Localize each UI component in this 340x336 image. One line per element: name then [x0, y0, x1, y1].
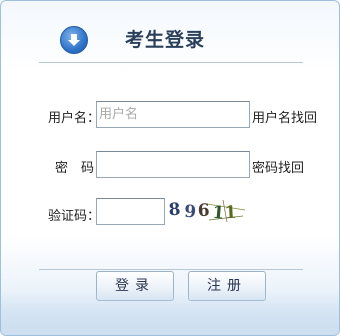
captcha-char: 1: [212, 203, 226, 224]
register-button[interactable]: 注册: [188, 271, 266, 301]
bottom-divider: [39, 269, 303, 270]
captcha-image[interactable]: 89611: [167, 196, 247, 224]
username-label: 用户名：: [48, 111, 101, 126]
find-username-link[interactable]: 用户名找回: [252, 107, 317, 126]
login-button[interactable]: 登录: [96, 271, 174, 301]
top-divider: [39, 62, 303, 63]
captcha-char: 6: [197, 201, 210, 221]
captcha-char: 8: [168, 200, 181, 221]
find-password-link[interactable]: 密码找回: [252, 157, 304, 176]
captcha-label: 验证码：: [48, 209, 101, 224]
download-arrow-icon: [60, 26, 88, 54]
username-input[interactable]: [96, 101, 250, 128]
captcha-input[interactable]: [96, 198, 165, 225]
page-title: 考生登录: [125, 29, 206, 51]
login-panel: 考生登录 用户名： 用户名找回 密 码： 密码找回 验证码： 89611 登录 …: [0, 0, 340, 336]
captcha-char: 9: [184, 202, 197, 223]
captcha-char: 1: [224, 203, 237, 224]
password-input[interactable]: [96, 151, 250, 178]
